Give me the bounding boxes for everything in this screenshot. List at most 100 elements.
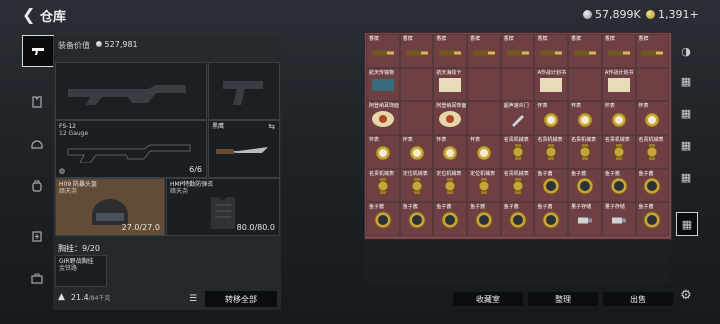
stash-cell[interactable]: 香槟 (467, 34, 501, 68)
stash-cell[interactable]: 怀表 (399, 135, 434, 169)
stash-cell[interactable]: 航天传输物 (366, 67, 400, 102)
stash-cell[interactable] (399, 67, 434, 102)
toolbox-icon (31, 273, 43, 284)
stash-cell[interactable]: 鱼子酱 (467, 202, 501, 237)
stash-cell[interactable]: 香槟 (635, 34, 670, 68)
stash-cell[interactable]: 鱼子酱 (433, 202, 468, 237)
stash-cell[interactable]: 名贵机械表 (534, 135, 569, 169)
stash-cell[interactable]: 香槟 (568, 34, 602, 68)
sidebar-item-armor[interactable] (22, 87, 52, 117)
stash-cell[interactable]: 香槟 (433, 34, 468, 68)
chest-rig-slot[interactable]: GIR野战胸挂 金铁路 (55, 255, 107, 287)
primary-weapon-slot-empty[interactable] (55, 62, 207, 120)
stash-cell[interactable]: 鱼子酱 (568, 168, 602, 203)
secondary-weapon-slot-empty[interactable] (208, 62, 280, 120)
stash-tab-2[interactable]: ▦ (676, 70, 696, 92)
primary-weapon-slot[interactable]: FS-12 12 Gauge 6/6 ◍ (55, 120, 207, 178)
stash-cell[interactable]: 定位机械表 (467, 168, 501, 203)
stash-cell[interactable]: 量子存储 (568, 202, 602, 237)
stash-cell[interactable]: 名贵机械表 (635, 135, 670, 169)
stash-cell[interactable] (635, 67, 670, 102)
stash-cell[interactable]: 鱼子酱 (500, 202, 535, 237)
melee-slot[interactable]: 黑鹰 ⇆ (208, 120, 280, 178)
transfer-all-button[interactable]: 转移全部 (205, 291, 277, 307)
medkit-icon (32, 231, 42, 242)
stash-item-label: 香槟 (604, 36, 615, 42)
stash-tab-6-active[interactable]: ▦ (676, 212, 698, 236)
caviar-tin-icon (643, 211, 661, 229)
sidebar-item-backpack[interactable] (22, 171, 52, 201)
stash-item-label: 名贵机械表 (369, 170, 395, 177)
list-view-icon[interactable]: ☰ (189, 294, 197, 304)
stash-cell[interactable]: 怀表 (568, 101, 602, 136)
organize-button[interactable]: 整理 (528, 292, 598, 306)
stash-cell[interactable] (467, 101, 501, 136)
stash-cell[interactable]: 香槟 (500, 34, 535, 68)
stash-cell[interactable]: 名贵机械表 (568, 135, 602, 169)
sell-button[interactable]: 出售 (603, 292, 673, 306)
collection-room-button[interactable]: 收藏室 (453, 292, 523, 306)
stash-cell[interactable]: 航天海纹卡 (433, 67, 468, 102)
stash-cell[interactable] (399, 101, 434, 136)
stash-item-image (643, 110, 661, 132)
stash-cell[interactable]: 定位机械表 (399, 168, 434, 203)
stash-cell[interactable]: 量子存储 (601, 202, 636, 237)
stash-cell[interactable]: 香槟 (366, 34, 400, 68)
stash-tab-1[interactable]: ◑ (676, 40, 696, 62)
stash-cell[interactable]: 阿登纳耳饰面 (433, 101, 468, 136)
stash-cell[interactable]: 怀表 (467, 135, 501, 169)
stash-cell[interactable]: 定位机械表 (433, 168, 468, 203)
caviar-tin-icon (576, 177, 594, 195)
stash-item-label: 怀表 (436, 137, 447, 144)
helmet-slot[interactable]: H09 防暴头盔 暗天尧 27.0/27.0 (55, 178, 165, 236)
sidebar-item-weapons[interactable] (22, 35, 54, 67)
armor-slot[interactable]: HMP特勤防弹衣 暗天尧 80.0/80.0 (166, 178, 280, 236)
stash-cell[interactable]: 鱼子酱 (635, 202, 670, 237)
stash-item-label: 航天海纹卡 (436, 69, 462, 76)
stash-cell[interactable] (500, 67, 535, 102)
stash-cell[interactable]: A作战计划书 (534, 67, 569, 102)
sidebar-item-helmet[interactable] (22, 129, 52, 159)
caviar-tin-icon (509, 211, 527, 229)
stash-tab-3[interactable]: ▦ (676, 102, 696, 124)
stash-cell[interactable]: 怀表 (534, 101, 569, 136)
stash-cell[interactable]: 阿登纳耳饰面 (366, 101, 400, 136)
stash-cell[interactable]: 超声速炎门 (500, 101, 535, 136)
stash-cell[interactable]: 香槟 (399, 34, 434, 68)
stash-cell[interactable]: 鱼子酱 (366, 202, 400, 237)
stash-cell[interactable]: 名贵机械表 (601, 135, 636, 169)
stash-empty-area (364, 239, 670, 283)
stash-cell[interactable]: 怀表 (433, 135, 468, 169)
stash-cell[interactable] (467, 67, 501, 102)
gold-coin-icon (646, 10, 655, 19)
sidebar-item-medical[interactable] (22, 221, 52, 251)
chevron-left-icon[interactable]: ❮ (22, 6, 35, 24)
gold-currency[interactable]: 1,391+ (646, 8, 699, 21)
settings-button[interactable]: ⚙ (676, 284, 696, 306)
stash-cell[interactable]: 名贵机械表 (500, 135, 535, 169)
stash-cell[interactable]: 名贵机械表 (500, 168, 535, 203)
champagne-icon (573, 50, 596, 56)
stash-cell[interactable]: 怀表 (601, 101, 636, 136)
stash-cell[interactable]: 鱼子酱 (399, 202, 434, 237)
swap-icon[interactable]: ⇆ (268, 122, 275, 131)
helmet-durability: 27.0/27.0 (121, 223, 160, 232)
weapon-caliber: 12 Gauge (59, 130, 89, 137)
stash-cell[interactable]: A作战计划书 (601, 67, 636, 102)
stash-cell[interactable]: 香槟 (601, 34, 636, 68)
stash-cell[interactable]: 鱼子酱 (534, 202, 569, 237)
sidebar-item-tools[interactable] (22, 263, 52, 293)
stash-item-image (509, 143, 527, 165)
stash-cell[interactable]: 鱼子酱 (534, 168, 569, 203)
stash-cell[interactable]: 鱼子酱 (601, 168, 636, 203)
stash-tab-4[interactable]: ▦ (676, 134, 696, 156)
stash-cell[interactable]: 鱼子酱 (635, 168, 670, 203)
stash-tab-5[interactable]: ▦ (676, 166, 696, 188)
stash-cell[interactable]: 香槟 (534, 34, 569, 68)
stash-cell[interactable]: 名贵机械表 (366, 168, 400, 203)
stash-cell[interactable]: 怀表 (635, 101, 670, 136)
stash-item-image (642, 210, 662, 234)
stash-cell[interactable] (568, 67, 602, 102)
stash-item-label: 香槟 (436, 36, 447, 42)
stash-cell[interactable]: 怀表 (366, 135, 400, 169)
